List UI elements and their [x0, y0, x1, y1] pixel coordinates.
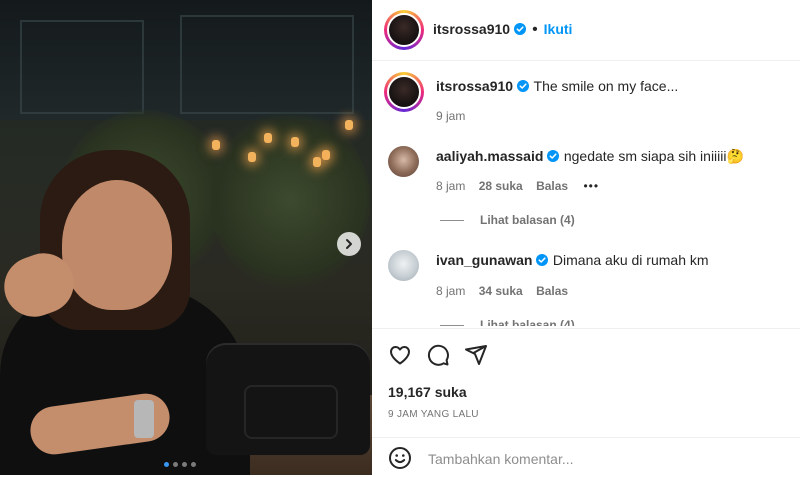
carousel-dots	[164, 462, 196, 467]
comment-likes[interactable]: 28 suka	[479, 179, 523, 193]
comment-text: Dimana aku di rumah km	[552, 252, 709, 268]
next-photo-button[interactable]	[337, 232, 361, 256]
comment-time: 8 jam	[436, 179, 466, 193]
caption-text: The smile on my face...	[533, 78, 679, 94]
view-replies-button[interactable]: Lihat balasan (4)	[440, 318, 575, 326]
carousel-dot	[182, 462, 187, 467]
verified-badge-icon	[547, 150, 560, 162]
photo-light	[322, 150, 330, 160]
comment-meta: 8 jam 28 suka Balas •••	[436, 179, 599, 193]
comment-text: ngedate sm siapa sih iniiiii🤔	[563, 148, 744, 164]
photo-light	[212, 140, 220, 150]
view-replies-label: Lihat balasan (4)	[480, 213, 575, 227]
post-photo[interactable]	[0, 0, 372, 475]
share-icon[interactable]	[464, 343, 488, 367]
carousel-dot-active	[164, 462, 169, 467]
photo-watch	[134, 400, 154, 438]
photo-light	[264, 133, 272, 143]
comment-time: 8 jam	[436, 284, 466, 298]
post-actions: 19,167 suka 9 JAM YANG LALU	[372, 328, 800, 476]
comment-input[interactable]	[426, 450, 730, 468]
carousel-dot	[191, 462, 196, 467]
post-header: itsrossa910 • Ikuti	[372, 0, 800, 61]
instagram-post-view: itsrossa910 • Ikuti itsrossa910 The smile …	[0, 0, 800, 475]
post-time: 9 JAM YANG LALU	[388, 409, 479, 420]
replies-line	[440, 325, 464, 326]
verified-badge-icon	[514, 23, 527, 35]
comment-item: aaliyah.massaid ngedate sm siapa sih ini…	[436, 148, 744, 166]
photo-bag-logo	[244, 385, 338, 439]
photo-light	[248, 152, 256, 162]
verified-badge-icon	[536, 254, 549, 266]
reply-button[interactable]: Balas	[536, 179, 568, 193]
photo-light	[345, 120, 353, 130]
like-count[interactable]: 19,167 suka	[388, 384, 467, 400]
view-replies-button[interactable]: Lihat balasan (4)	[440, 213, 575, 227]
replies-line	[440, 220, 464, 222]
header-separator: •	[532, 21, 538, 38]
more-options-icon[interactable]: •••	[583, 179, 599, 193]
comment-item: ivan_gunawan Dimana aku di rumah km	[436, 252, 709, 270]
photo-plant	[210, 110, 370, 290]
comments-list: itsrossa910 The smile on my face... 9 ja…	[372, 61, 800, 326]
caption-avatar[interactable]	[384, 72, 424, 112]
follow-button[interactable]: Ikuti	[544, 21, 573, 37]
photo-light	[291, 137, 299, 147]
heart-icon[interactable]	[388, 343, 412, 367]
comment-username[interactable]: aaliyah.massaid	[436, 148, 543, 164]
caption: itsrossa910 The smile on my face...	[436, 78, 678, 96]
comment-meta: 8 jam 34 suka Balas	[436, 284, 568, 298]
commenter-avatar[interactable]	[388, 250, 419, 281]
author-avatar[interactable]	[384, 10, 424, 50]
comment-username[interactable]: ivan_gunawan	[436, 252, 532, 268]
carousel-dot	[173, 462, 178, 467]
photo-light	[313, 157, 321, 167]
header-user: itsrossa910 • Ikuti	[433, 21, 572, 39]
comment-likes[interactable]: 34 suka	[479, 284, 523, 298]
comment-icon[interactable]	[426, 343, 450, 367]
author-username[interactable]: itsrossa910	[433, 21, 510, 37]
caption-username[interactable]: itsrossa910	[436, 78, 513, 94]
photo-window	[20, 20, 144, 114]
post-panel: itsrossa910 • Ikuti itsrossa910 The smile …	[372, 0, 800, 475]
verified-badge-icon	[517, 80, 530, 92]
reply-button[interactable]: Balas	[536, 284, 568, 298]
chevron-right-icon	[346, 239, 352, 249]
photo-person-face	[62, 180, 172, 310]
view-replies-label: Lihat balasan (4)	[480, 318, 575, 326]
emoji-icon[interactable]	[388, 446, 412, 470]
caption-time: 9 jam	[436, 109, 466, 123]
photo-window	[180, 15, 354, 114]
commenter-avatar[interactable]	[388, 146, 419, 177]
add-comment-bar	[372, 437, 800, 477]
